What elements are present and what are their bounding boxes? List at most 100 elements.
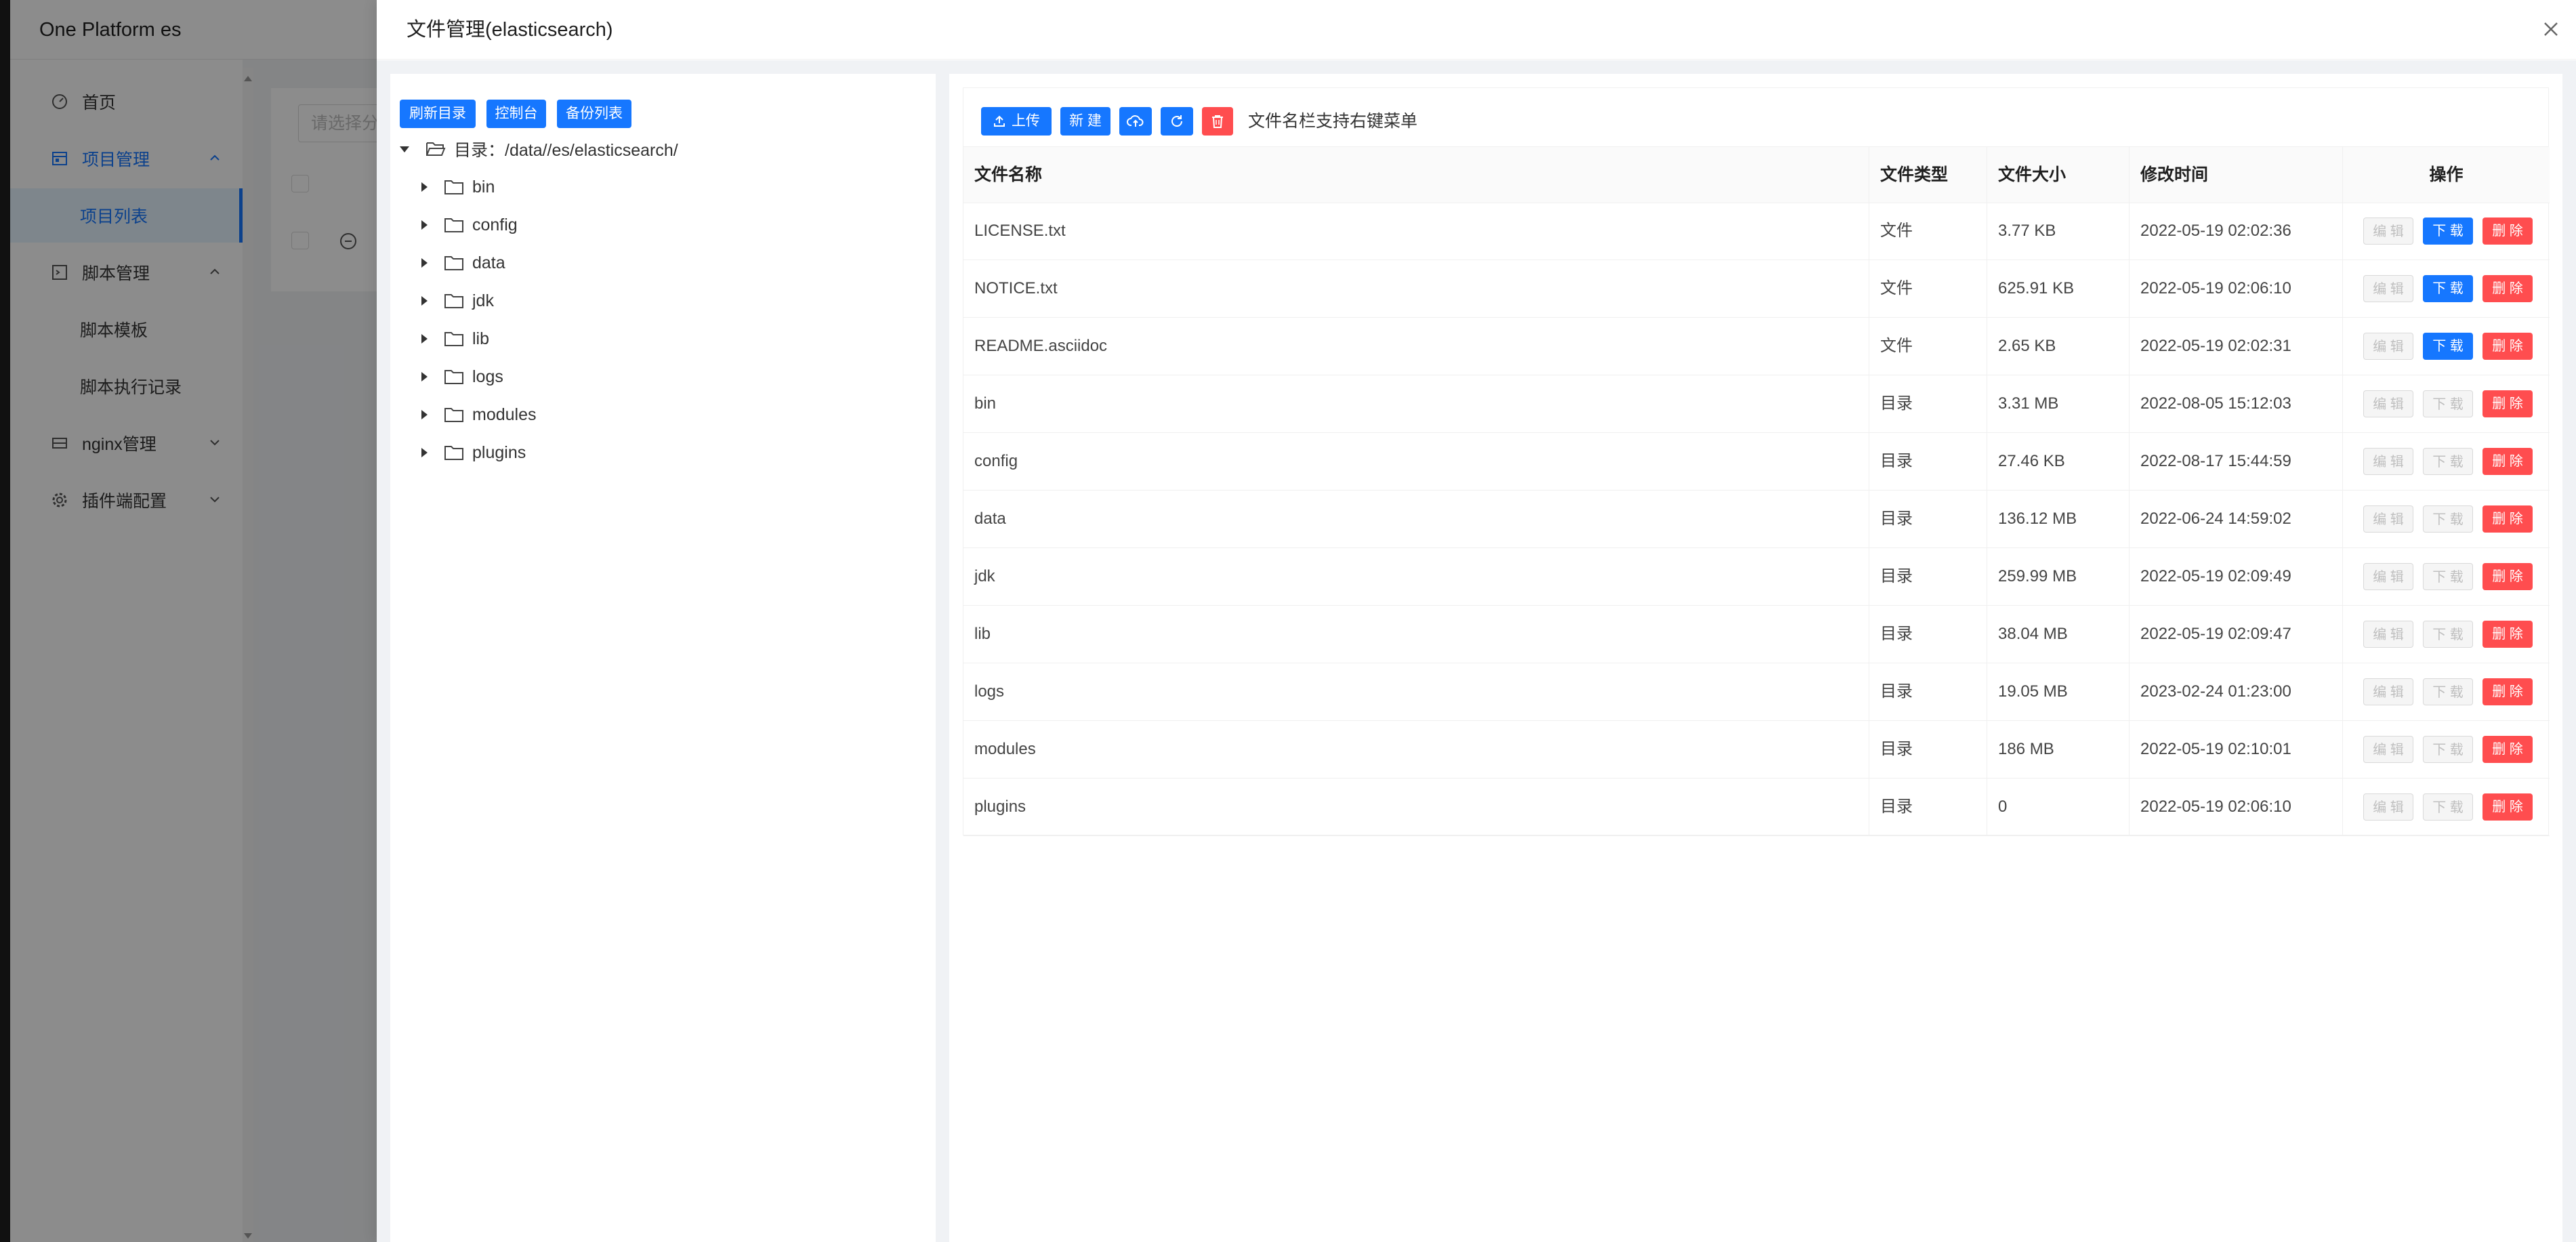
file-mtime-cell: 2023-02-24 01:23:00	[2130, 663, 2343, 720]
caret-right-icon[interactable]	[421, 448, 428, 457]
console-button[interactable]: 控制台	[486, 100, 546, 128]
backup-list-button[interactable]: 备份列表	[557, 100, 631, 128]
close-icon[interactable]	[2539, 18, 2562, 41]
tree-node-lib[interactable]: lib	[421, 324, 489, 354]
delete-button[interactable]: 删 除	[2482, 563, 2533, 590]
file-size-cell: 0	[1987, 779, 2130, 835]
upload-button[interactable]: 上传	[981, 107, 1052, 136]
table-row[interactable]: jdk 目录 259.99 MB 2022-05-19 02:09:49 编 辑下 载删…	[963, 548, 2550, 606]
tree-node-data[interactable]: data	[421, 248, 505, 278]
drawer-title: 文件管理(elasticsearch)	[407, 19, 613, 41]
table-row[interactable]: modules 目录 186 MB 2022-05-19 02:10:01 编 辑下 载…	[963, 721, 2550, 779]
delete-button[interactable]: 删 除	[2482, 218, 2533, 245]
tree-root-node[interactable]: 目录：/data//es/elasticsearch/	[400, 134, 678, 164]
file-name-cell[interactable]: LICENSE.txt	[963, 203, 1869, 260]
file-name-cell[interactable]: README.asciidoc	[963, 318, 1869, 375]
tree-node-plugins[interactable]: plugins	[421, 438, 526, 468]
table-row[interactable]: lib 目录 38.04 MB 2022-05-19 02:09:47 编 辑下 载删 …	[963, 606, 2550, 663]
tree-node-bin[interactable]: bin	[421, 172, 495, 202]
caret-right-icon[interactable]	[421, 182, 428, 192]
delete-button[interactable]: 删 除	[2482, 505, 2533, 533]
file-type-cell: 目录	[1869, 548, 1987, 605]
file-name-cell[interactable]: jdk	[963, 548, 1869, 605]
table-row[interactable]: README.asciidoc 文件 2.65 KB 2022-05-19 02:02…	[963, 318, 2550, 375]
folder-icon	[444, 180, 463, 194]
download-button: 下 载	[2423, 793, 2473, 821]
caret-right-icon[interactable]	[421, 220, 428, 230]
file-size-cell: 2.65 KB	[1987, 318, 2130, 375]
tree-node-config[interactable]: config	[421, 210, 518, 240]
file-name-cell[interactable]: bin	[963, 375, 1869, 432]
caret-right-icon[interactable]	[421, 296, 428, 306]
table-row[interactable]: LICENSE.txt 文件 3.77 KB 2022-05-19 02:02:36 编…	[963, 203, 2550, 260]
file-type-cell: 文件	[1869, 203, 1987, 260]
folder-icon	[444, 218, 463, 232]
delete-button[interactable]: 删 除	[2482, 390, 2533, 417]
edit-button: 编 辑	[2363, 275, 2413, 302]
download-button: 下 载	[2423, 505, 2473, 533]
table-row[interactable]: data 目录 136.12 MB 2022-06-24 14:59:02 编 辑下 载…	[963, 491, 2550, 548]
caret-right-icon[interactable]	[421, 372, 428, 381]
file-size-cell: 259.99 MB	[1987, 548, 2130, 605]
file-name-cell[interactable]: lib	[963, 606, 1869, 663]
cloud-upload-button[interactable]	[1119, 107, 1152, 136]
edit-button: 编 辑	[2363, 333, 2413, 360]
tree-node-jdk[interactable]: jdk	[421, 286, 494, 316]
batch-delete-button[interactable]	[1202, 107, 1233, 136]
file-name-cell[interactable]: logs	[963, 663, 1869, 720]
delete-button[interactable]: 删 除	[2482, 678, 2533, 705]
table-row[interactable]: NOTICE.txt 文件 625.91 KB 2022-05-19 02:06:10…	[963, 260, 2550, 318]
file-size-cell: 38.04 MB	[1987, 606, 2130, 663]
file-type-cell: 目录	[1869, 779, 1987, 835]
file-mtime-cell: 2022-05-19 02:10:01	[2130, 721, 2343, 778]
download-button[interactable]: 下 载	[2423, 275, 2473, 302]
file-type-cell: 目录	[1869, 606, 1987, 663]
download-button[interactable]: 下 载	[2423, 218, 2473, 245]
file-name-cell[interactable]: data	[963, 491, 1869, 547]
folder-icon	[444, 332, 463, 346]
column-header-name: 文件名称	[963, 147, 1869, 203]
tree-node-logs[interactable]: logs	[421, 362, 503, 392]
file-manager-drawer: 文件管理(elasticsearch) 刷新目录 控制台 备份列表 目录：/da…	[377, 0, 2576, 1242]
new-button[interactable]: 新 建	[1060, 107, 1110, 136]
caret-right-icon[interactable]	[421, 258, 428, 268]
file-mtime-cell: 2022-05-19 02:06:10	[2130, 260, 2343, 317]
delete-button[interactable]: 删 除	[2482, 333, 2533, 360]
delete-button[interactable]: 删 除	[2482, 448, 2533, 475]
delete-button[interactable]: 删 除	[2482, 621, 2533, 648]
reload-button[interactable]	[1161, 107, 1193, 136]
file-type-cell: 文件	[1869, 260, 1987, 317]
table-row[interactable]: bin 目录 3.31 MB 2022-08-05 15:12:03 编 辑下 载删 除	[963, 375, 2550, 433]
caret-right-icon[interactable]	[421, 334, 428, 344]
refresh-directory-button[interactable]: 刷新目录	[400, 100, 476, 128]
caret-down-icon[interactable]	[400, 146, 409, 152]
file-name-cell[interactable]: config	[963, 433, 1869, 490]
edit-button: 编 辑	[2363, 390, 2413, 417]
table-row[interactable]: plugins 目录 0 2022-05-19 02:06:10 编 辑下 载删 除	[963, 779, 2550, 836]
file-mtime-cell: 2022-08-17 15:44:59	[2130, 433, 2343, 490]
file-name-cell[interactable]: modules	[963, 721, 1869, 778]
file-size-cell: 3.31 MB	[1987, 375, 2130, 432]
tree-node-label: jdk	[472, 291, 494, 310]
file-type-cell: 目录	[1869, 375, 1987, 432]
delete-button[interactable]: 删 除	[2482, 793, 2533, 821]
edit-button: 编 辑	[2363, 448, 2413, 475]
tree-node-label: plugins	[472, 442, 526, 462]
download-button: 下 载	[2423, 621, 2473, 648]
column-header-type: 文件类型	[1869, 147, 1987, 203]
caret-right-icon[interactable]	[421, 410, 428, 419]
tree-node-modules[interactable]: modules	[421, 400, 537, 430]
table-row[interactable]: logs 目录 19.05 MB 2023-02-24 01:23:00 编 辑下 载删…	[963, 663, 2550, 721]
download-button[interactable]: 下 载	[2423, 333, 2473, 360]
tree-node-label: data	[472, 253, 505, 272]
column-header-actions: 操作	[2429, 165, 2464, 184]
file-name-cell[interactable]: plugins	[963, 779, 1869, 835]
delete-button[interactable]: 删 除	[2482, 736, 2533, 763]
file-name-cell[interactable]: NOTICE.txt	[963, 260, 1869, 317]
file-size-cell: 3.77 KB	[1987, 203, 2130, 260]
file-size-cell: 19.05 MB	[1987, 663, 2130, 720]
file-mtime-cell: 2022-05-19 02:02:36	[2130, 203, 2343, 260]
delete-button[interactable]: 删 除	[2482, 275, 2533, 302]
table-row[interactable]: config 目录 27.46 KB 2022-08-17 15:44:59 编 辑下 …	[963, 433, 2550, 491]
file-mtime-cell: 2022-05-19 02:02:31	[2130, 318, 2343, 375]
